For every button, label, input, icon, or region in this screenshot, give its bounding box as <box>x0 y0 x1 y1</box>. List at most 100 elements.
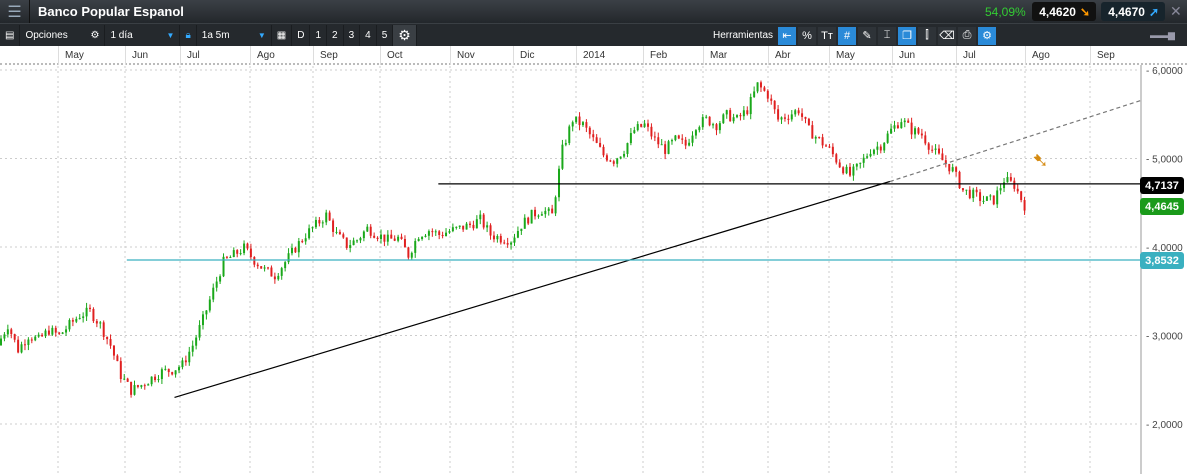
title-bar: ☰ Banco Popular Espanol 54,09% 4,4620 ➘ 4… <box>0 0 1187 23</box>
close-icon[interactable]: ✕ <box>1170 3 1182 20</box>
candle-down <box>588 127 591 135</box>
month-label: May <box>836 50 855 61</box>
last-price-label: 4,4645 <box>1140 198 1184 215</box>
candle-up <box>571 122 574 127</box>
candle-down <box>338 231 341 235</box>
candle-down <box>924 135 927 144</box>
day-button-4[interactable]: 4 <box>360 24 377 46</box>
candle-up <box>951 167 954 172</box>
candle-up <box>157 379 160 381</box>
range-select[interactable]: 1a 5m ▼ <box>197 24 272 46</box>
candle-up <box>722 114 725 124</box>
candle-up <box>290 247 293 254</box>
candle-down <box>407 247 410 258</box>
list-icon[interactable]: ▤ <box>0 24 21 46</box>
candle-down <box>506 243 509 245</box>
text-tool-icon[interactable]: Tт <box>818 26 837 45</box>
candle-up <box>564 143 567 145</box>
candles-tool-icon[interactable]: ⫿ <box>918 26 937 45</box>
chart-toolbar: ▤ Opciones ⚙ 1 día ▼ 🔒︎ 1a 5m ▼ ▦ D 1 2 3 4… <box>0 23 1187 46</box>
day-button-5[interactable]: 5 <box>377 24 394 46</box>
candle-up <box>191 345 194 352</box>
candle-down <box>342 234 345 238</box>
resistance-price-label: 4,7137 <box>1140 177 1184 194</box>
candle-down <box>578 116 581 126</box>
candle-up <box>451 227 454 232</box>
candle-down <box>499 236 502 243</box>
candle-up <box>558 168 561 198</box>
calendar-icon[interactable]: ▦ <box>272 24 293 46</box>
day-button-d[interactable]: D <box>292 24 311 46</box>
candle-up <box>513 237 516 243</box>
alert-arrow-icon[interactable]: ➷ <box>1032 148 1049 173</box>
candle-tool-icon[interactable]: ⌶ <box>878 26 897 45</box>
candle-up <box>732 117 735 122</box>
grid-tool-icon[interactable]: # <box>838 26 857 45</box>
candle-down <box>92 308 95 322</box>
candle-down <box>256 264 259 267</box>
candle-up <box>859 162 862 164</box>
candle-down <box>273 276 276 280</box>
candle-down <box>729 110 732 122</box>
interval-select[interactable]: 1 día ▼ <box>105 24 181 46</box>
candle-down <box>373 235 376 238</box>
candle-down <box>23 344 26 346</box>
candle-down <box>801 113 804 117</box>
window-controls-icon[interactable]: ▬▬▆ <box>1150 30 1175 41</box>
percent-tool-icon[interactable]: % <box>798 26 817 45</box>
candle-up <box>479 214 482 220</box>
candle-up <box>581 122 584 126</box>
candle-down <box>948 163 951 172</box>
candle-down <box>831 146 834 155</box>
candle-up <box>362 231 365 239</box>
candle-up <box>510 242 513 245</box>
print-icon[interactable]: ⎙ <box>958 26 977 45</box>
candle-down <box>95 321 98 324</box>
settings-gear-icon[interactable]: ⚙ <box>393 24 417 46</box>
month-label: Oct <box>387 50 403 61</box>
candle-down <box>821 137 824 146</box>
candle-down <box>267 267 270 269</box>
candle-up <box>972 189 975 199</box>
draw-grid-tool-icon[interactable]: ✎ <box>858 26 877 45</box>
month-separator <box>643 46 644 65</box>
day-button-3[interactable]: 3 <box>344 24 361 46</box>
candle-down <box>650 126 653 137</box>
candle-up <box>900 122 903 129</box>
candle-up <box>982 200 985 202</box>
candle-up <box>68 320 71 330</box>
buy-button[interactable]: 4,4670 ➚ <box>1101 2 1165 21</box>
month-separator <box>513 46 514 65</box>
candle-up <box>205 310 208 315</box>
lock-icon[interactable]: 🔒︎ <box>180 24 197 46</box>
candle-down <box>462 225 465 230</box>
month-label: Jun <box>899 50 916 61</box>
candle-up <box>718 123 721 131</box>
sell-button[interactable]: 4,4620 ➘ <box>1032 2 1096 21</box>
candle-up <box>379 234 382 239</box>
candle-up <box>85 307 88 317</box>
candle-up <box>670 140 673 142</box>
candle-up <box>140 385 143 387</box>
options-button[interactable]: Opciones ⚙ <box>20 24 106 46</box>
candle-up <box>27 339 30 345</box>
candle-up <box>208 299 211 311</box>
label-tool-icon[interactable]: ⌫ <box>938 26 957 45</box>
candle-up <box>623 153 626 157</box>
window-tool-icon[interactable]: ❐ <box>898 26 917 45</box>
candle-down <box>489 225 492 236</box>
day-button-1[interactable]: 1 <box>310 24 328 46</box>
candle-down <box>116 355 119 362</box>
candle-up <box>219 276 222 282</box>
price-chart[interactable]: - 6,0000- 5,0000- 4,0000- 3,0000- 2,0000 <box>0 0 1187 474</box>
settings-tool-icon[interactable]: ⚙ <box>978 26 997 45</box>
candle-up <box>359 238 362 241</box>
back-arrow-tool-icon[interactable]: ⇤ <box>778 26 797 45</box>
candle-down <box>746 110 749 115</box>
day-button-2[interactable]: 2 <box>327 24 344 46</box>
menu-icon[interactable]: ☰ <box>0 0 30 23</box>
candle-up <box>486 225 489 228</box>
candle-up <box>934 148 937 150</box>
candle-up <box>465 223 468 230</box>
month-separator <box>576 46 577 65</box>
